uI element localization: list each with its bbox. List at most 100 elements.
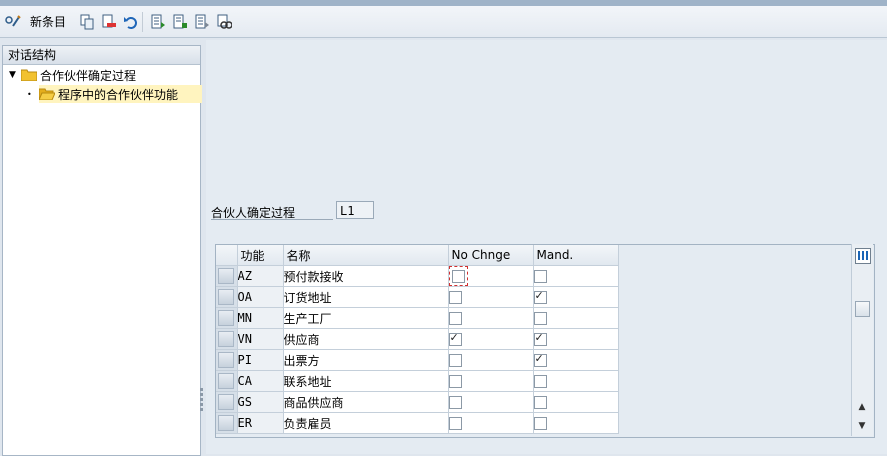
mandatory-checkbox[interactable] xyxy=(533,375,547,388)
column-settings-icon[interactable] xyxy=(855,248,871,264)
mandatory-cell xyxy=(533,349,619,371)
mandatory-checkbox[interactable] xyxy=(533,417,547,430)
toolbar-separator xyxy=(142,11,144,32)
tree-node-label: 程序中的合作伙伴功能 xyxy=(58,87,179,102)
function-code-cell: ER xyxy=(237,412,284,434)
dialog-structure-header: 对话结构 xyxy=(3,46,200,65)
tree-bullet-icon: • xyxy=(27,89,32,99)
mandatory-cell xyxy=(533,307,619,329)
row-selector[interactable] xyxy=(216,307,238,329)
mandatory-cell xyxy=(533,370,619,392)
application-toolbar: 新条目 xyxy=(0,6,887,38)
no-change-checkbox[interactable] xyxy=(448,354,462,367)
no-change-cell xyxy=(448,391,534,413)
select-all-header[interactable] xyxy=(216,245,238,266)
mandatory-cell xyxy=(533,286,619,308)
select-block-icon[interactable] xyxy=(171,13,189,31)
where-used-icon[interactable] xyxy=(215,13,233,31)
table-row: AZ 预付款接收 xyxy=(216,265,619,287)
mandatory-checkbox[interactable] xyxy=(533,331,547,346)
no-change-cell xyxy=(448,328,534,350)
change-display-icon[interactable] xyxy=(4,13,22,31)
table-row: CA 联系地址 xyxy=(216,370,619,392)
row-selector[interactable] xyxy=(216,349,238,371)
mandatory-checkbox[interactable] xyxy=(533,352,547,367)
label-underline xyxy=(211,219,333,220)
column-header-name[interactable]: 名称 xyxy=(283,245,449,266)
no-change-checkbox[interactable] xyxy=(448,375,462,388)
new-entries-button[interactable]: 新条目 xyxy=(30,13,66,30)
row-selector[interactable] xyxy=(216,370,238,392)
function-name-cell: 联系地址 xyxy=(283,370,449,392)
mandatory-checkbox[interactable] xyxy=(533,312,547,325)
mandatory-cell xyxy=(533,391,619,413)
no-change-cell xyxy=(448,370,534,392)
pane-splitter-handle[interactable] xyxy=(200,386,204,416)
no-change-cell xyxy=(448,286,534,308)
function-code-cell: VN xyxy=(237,328,284,350)
column-header-mandatory[interactable]: Mand. xyxy=(533,245,619,266)
delete-icon[interactable] xyxy=(100,13,118,31)
row-selector[interactable] xyxy=(216,391,238,413)
table-row: VN 供应商 xyxy=(216,328,619,350)
no-change-cell xyxy=(448,349,534,371)
mandatory-cell xyxy=(533,328,619,350)
no-change-checkbox[interactable] xyxy=(448,312,462,325)
table-row: PI 出票方 xyxy=(216,349,619,371)
function-code-cell: AZ xyxy=(237,265,284,287)
tree-node-selected: 程序中的合作伙伴功能 xyxy=(39,85,203,103)
select-all-icon[interactable] xyxy=(149,13,167,31)
mandatory-checkbox[interactable] xyxy=(533,289,547,304)
row-selector[interactable] xyxy=(216,265,238,287)
mandatory-cell xyxy=(533,412,619,434)
table-row: OA 订货地址 xyxy=(216,286,619,308)
no-change-checkbox[interactable] xyxy=(448,396,462,409)
no-change-checkbox[interactable] xyxy=(451,270,465,283)
scrollbar-thumb[interactable] xyxy=(855,301,870,317)
folder-icon xyxy=(21,69,37,81)
table-row: GS 商品供应商 xyxy=(216,391,619,413)
open-folder-icon xyxy=(39,88,55,100)
row-selector[interactable] xyxy=(216,286,238,308)
expand-triangle-icon[interactable]: ▼ xyxy=(9,70,21,80)
mandatory-checkbox[interactable] xyxy=(533,270,547,283)
tree-node-partner-determination[interactable]: ▼ 合作伙伴确定过程 xyxy=(9,66,136,84)
partner-functions-table: 功能 名称 No Chnge Mand. AZ预付款接收OA订货地址MN生产工厂… xyxy=(215,244,875,438)
function-name-cell: 订货地址 xyxy=(283,286,449,308)
scroll-up-icon[interactable]: ▲ xyxy=(856,402,868,412)
undo-icon[interactable] xyxy=(122,13,140,31)
no-change-checkbox[interactable] xyxy=(448,291,462,304)
no-change-cell xyxy=(448,265,534,287)
function-name-cell: 预付款接收 xyxy=(283,265,449,287)
function-name-cell: 负责雇员 xyxy=(283,412,449,434)
function-code-cell: PI xyxy=(237,349,284,371)
column-header-function[interactable]: 功能 xyxy=(237,245,284,266)
copy-icon[interactable] xyxy=(78,13,96,31)
partner-procedure-field: L1 xyxy=(336,201,374,219)
function-name-cell: 生产工厂 xyxy=(283,307,449,329)
focus-frame xyxy=(448,266,468,286)
function-code-cell: MN xyxy=(237,307,284,329)
no-change-cell xyxy=(448,307,534,329)
table-row: ER 负责雇员 xyxy=(216,412,619,434)
column-header-no-change[interactable]: No Chnge xyxy=(448,245,534,266)
dialog-structure-pane: 对话结构 ▼ 合作伙伴确定过程 • 程序中的合作伙伴功能 xyxy=(2,45,203,456)
mandatory-cell xyxy=(533,265,619,287)
function-name-cell: 出票方 xyxy=(283,349,449,371)
row-selector[interactable] xyxy=(216,328,238,350)
row-selector[interactable] xyxy=(216,412,238,434)
tree-node-partner-functions[interactable]: • 程序中的合作伙伴功能 xyxy=(27,85,203,103)
tree-node-label: 合作伙伴确定过程 xyxy=(40,68,137,83)
function-code-cell: GS xyxy=(237,391,284,413)
deselect-all-icon[interactable] xyxy=(193,13,211,31)
no-change-checkbox[interactable] xyxy=(448,417,462,430)
mandatory-checkbox[interactable] xyxy=(533,396,547,409)
no-change-checkbox[interactable] xyxy=(448,331,462,346)
no-change-cell xyxy=(448,412,534,434)
table-row: MN 生产工厂 xyxy=(216,307,619,329)
function-name-cell: 供应商 xyxy=(283,328,449,350)
function-name-cell: 商品供应商 xyxy=(283,391,449,413)
function-code-cell: OA xyxy=(237,286,284,308)
scroll-down-icon[interactable]: ▼ xyxy=(856,421,868,431)
function-code-cell: CA xyxy=(237,370,284,392)
